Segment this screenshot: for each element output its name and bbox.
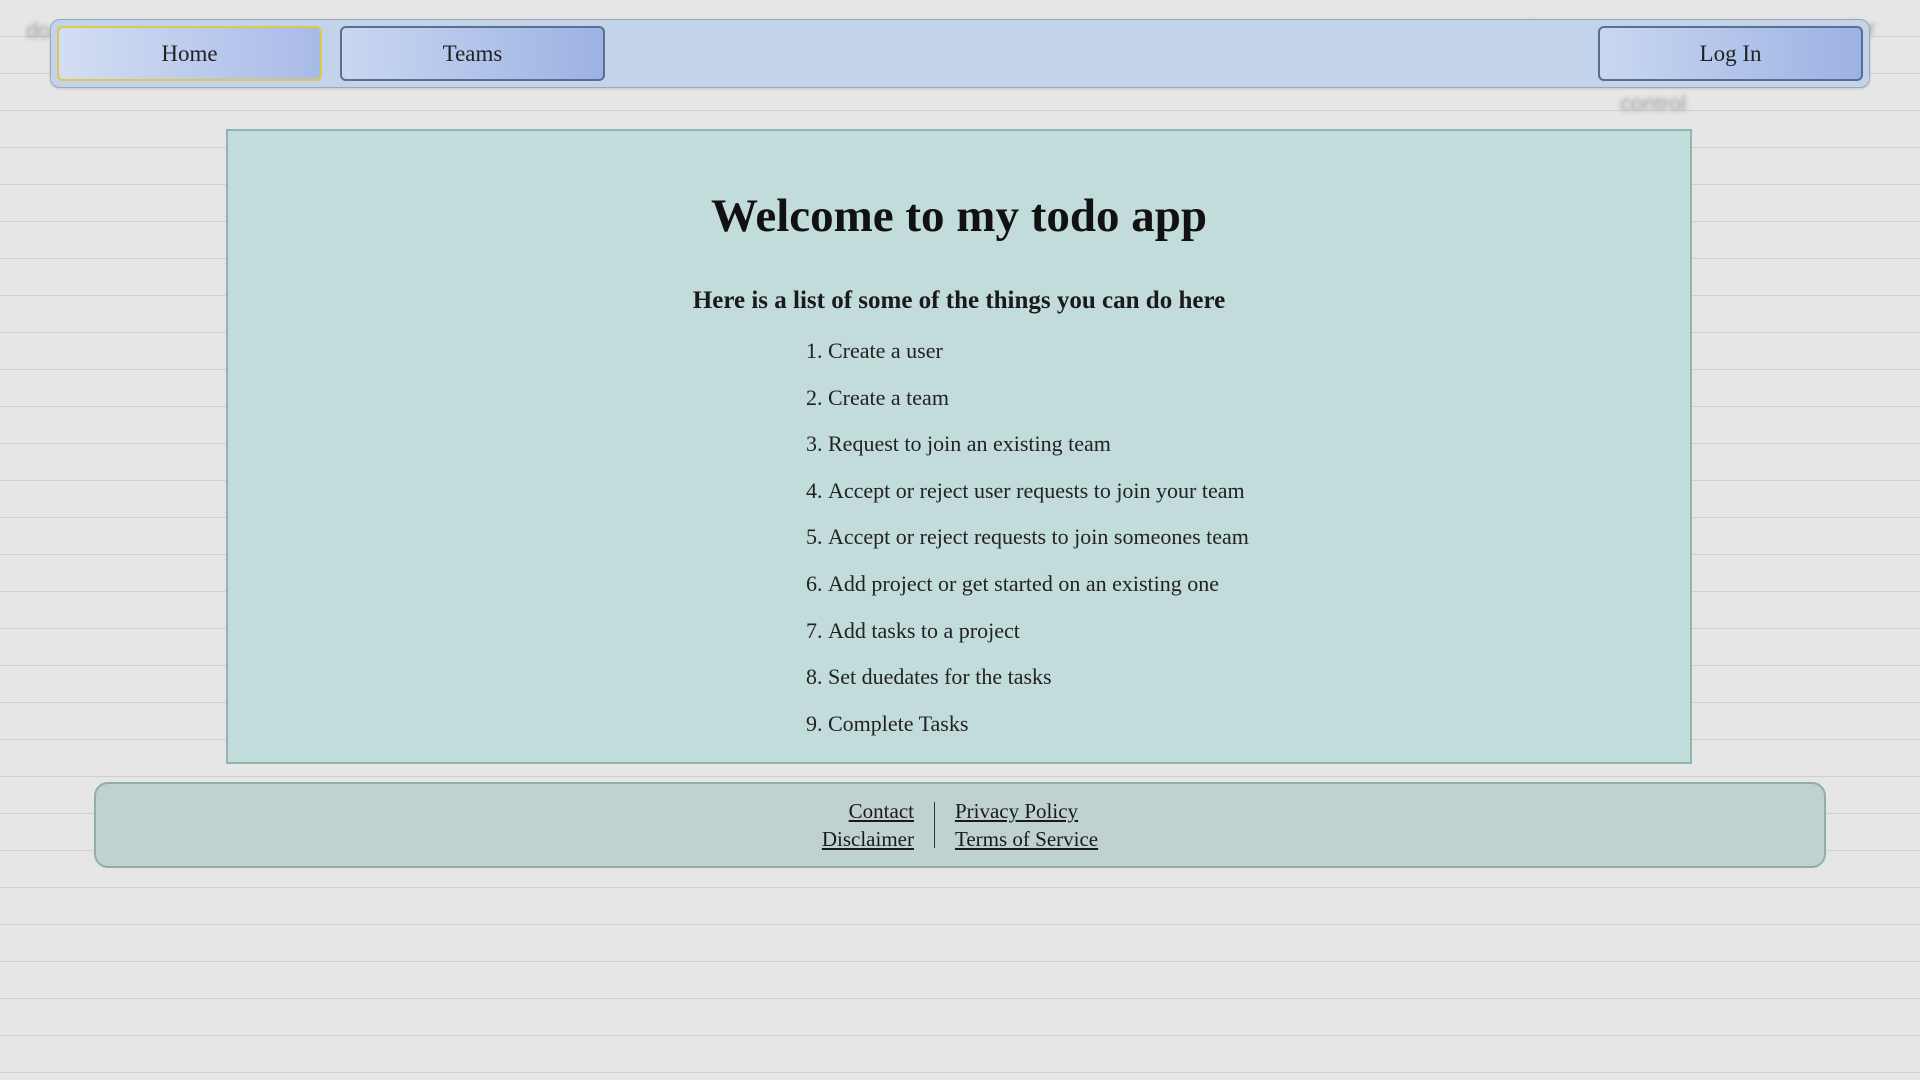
footer: Contact Disclaimer Privacy Policy Terms … (94, 782, 1826, 868)
welcome-panel: Welcome to my todo app Here is a list of… (226, 129, 1692, 764)
welcome-title: Welcome to my todo app (288, 189, 1630, 243)
terms-link[interactable]: Terms of Service (955, 825, 1098, 853)
login-button[interactable]: Log In (1598, 26, 1863, 81)
feature-item: Add project or get started on an existin… (828, 570, 1630, 599)
welcome-subtitle: Here is a list of some of the things you… (288, 287, 1630, 315)
teams-button[interactable]: Teams (340, 26, 605, 81)
feature-item: Request to join an existing team (828, 430, 1630, 459)
top-navbar: Home Teams Log In (50, 19, 1870, 88)
privacy-link[interactable]: Privacy Policy (955, 797, 1098, 825)
contact-link[interactable]: Contact (822, 797, 914, 825)
home-button[interactable]: Home (57, 26, 322, 81)
feature-item: Add tasks to a project (828, 617, 1630, 646)
features-list: Create a user Create a team Request to j… (828, 337, 1630, 738)
nav-right-group: Log In (1598, 26, 1863, 81)
feature-item: Accept or reject user requests to join y… (828, 477, 1630, 506)
feature-item: Create a team (828, 384, 1630, 413)
feature-item: Accept or reject requests to join someon… (828, 523, 1630, 552)
feature-item: Create a user (828, 337, 1630, 366)
disclaimer-link[interactable]: Disclaimer (822, 825, 914, 853)
nav-left-group: Home Teams (57, 26, 605, 81)
feature-item: Complete Tasks (828, 710, 1630, 739)
footer-col-left: Contact Disclaimer (802, 797, 934, 854)
footer-col-right: Privacy Policy Terms of Service (935, 797, 1118, 854)
footer-columns: Contact Disclaimer Privacy Policy Terms … (802, 797, 1118, 854)
feature-item: Set duedates for the tasks (828, 663, 1630, 692)
